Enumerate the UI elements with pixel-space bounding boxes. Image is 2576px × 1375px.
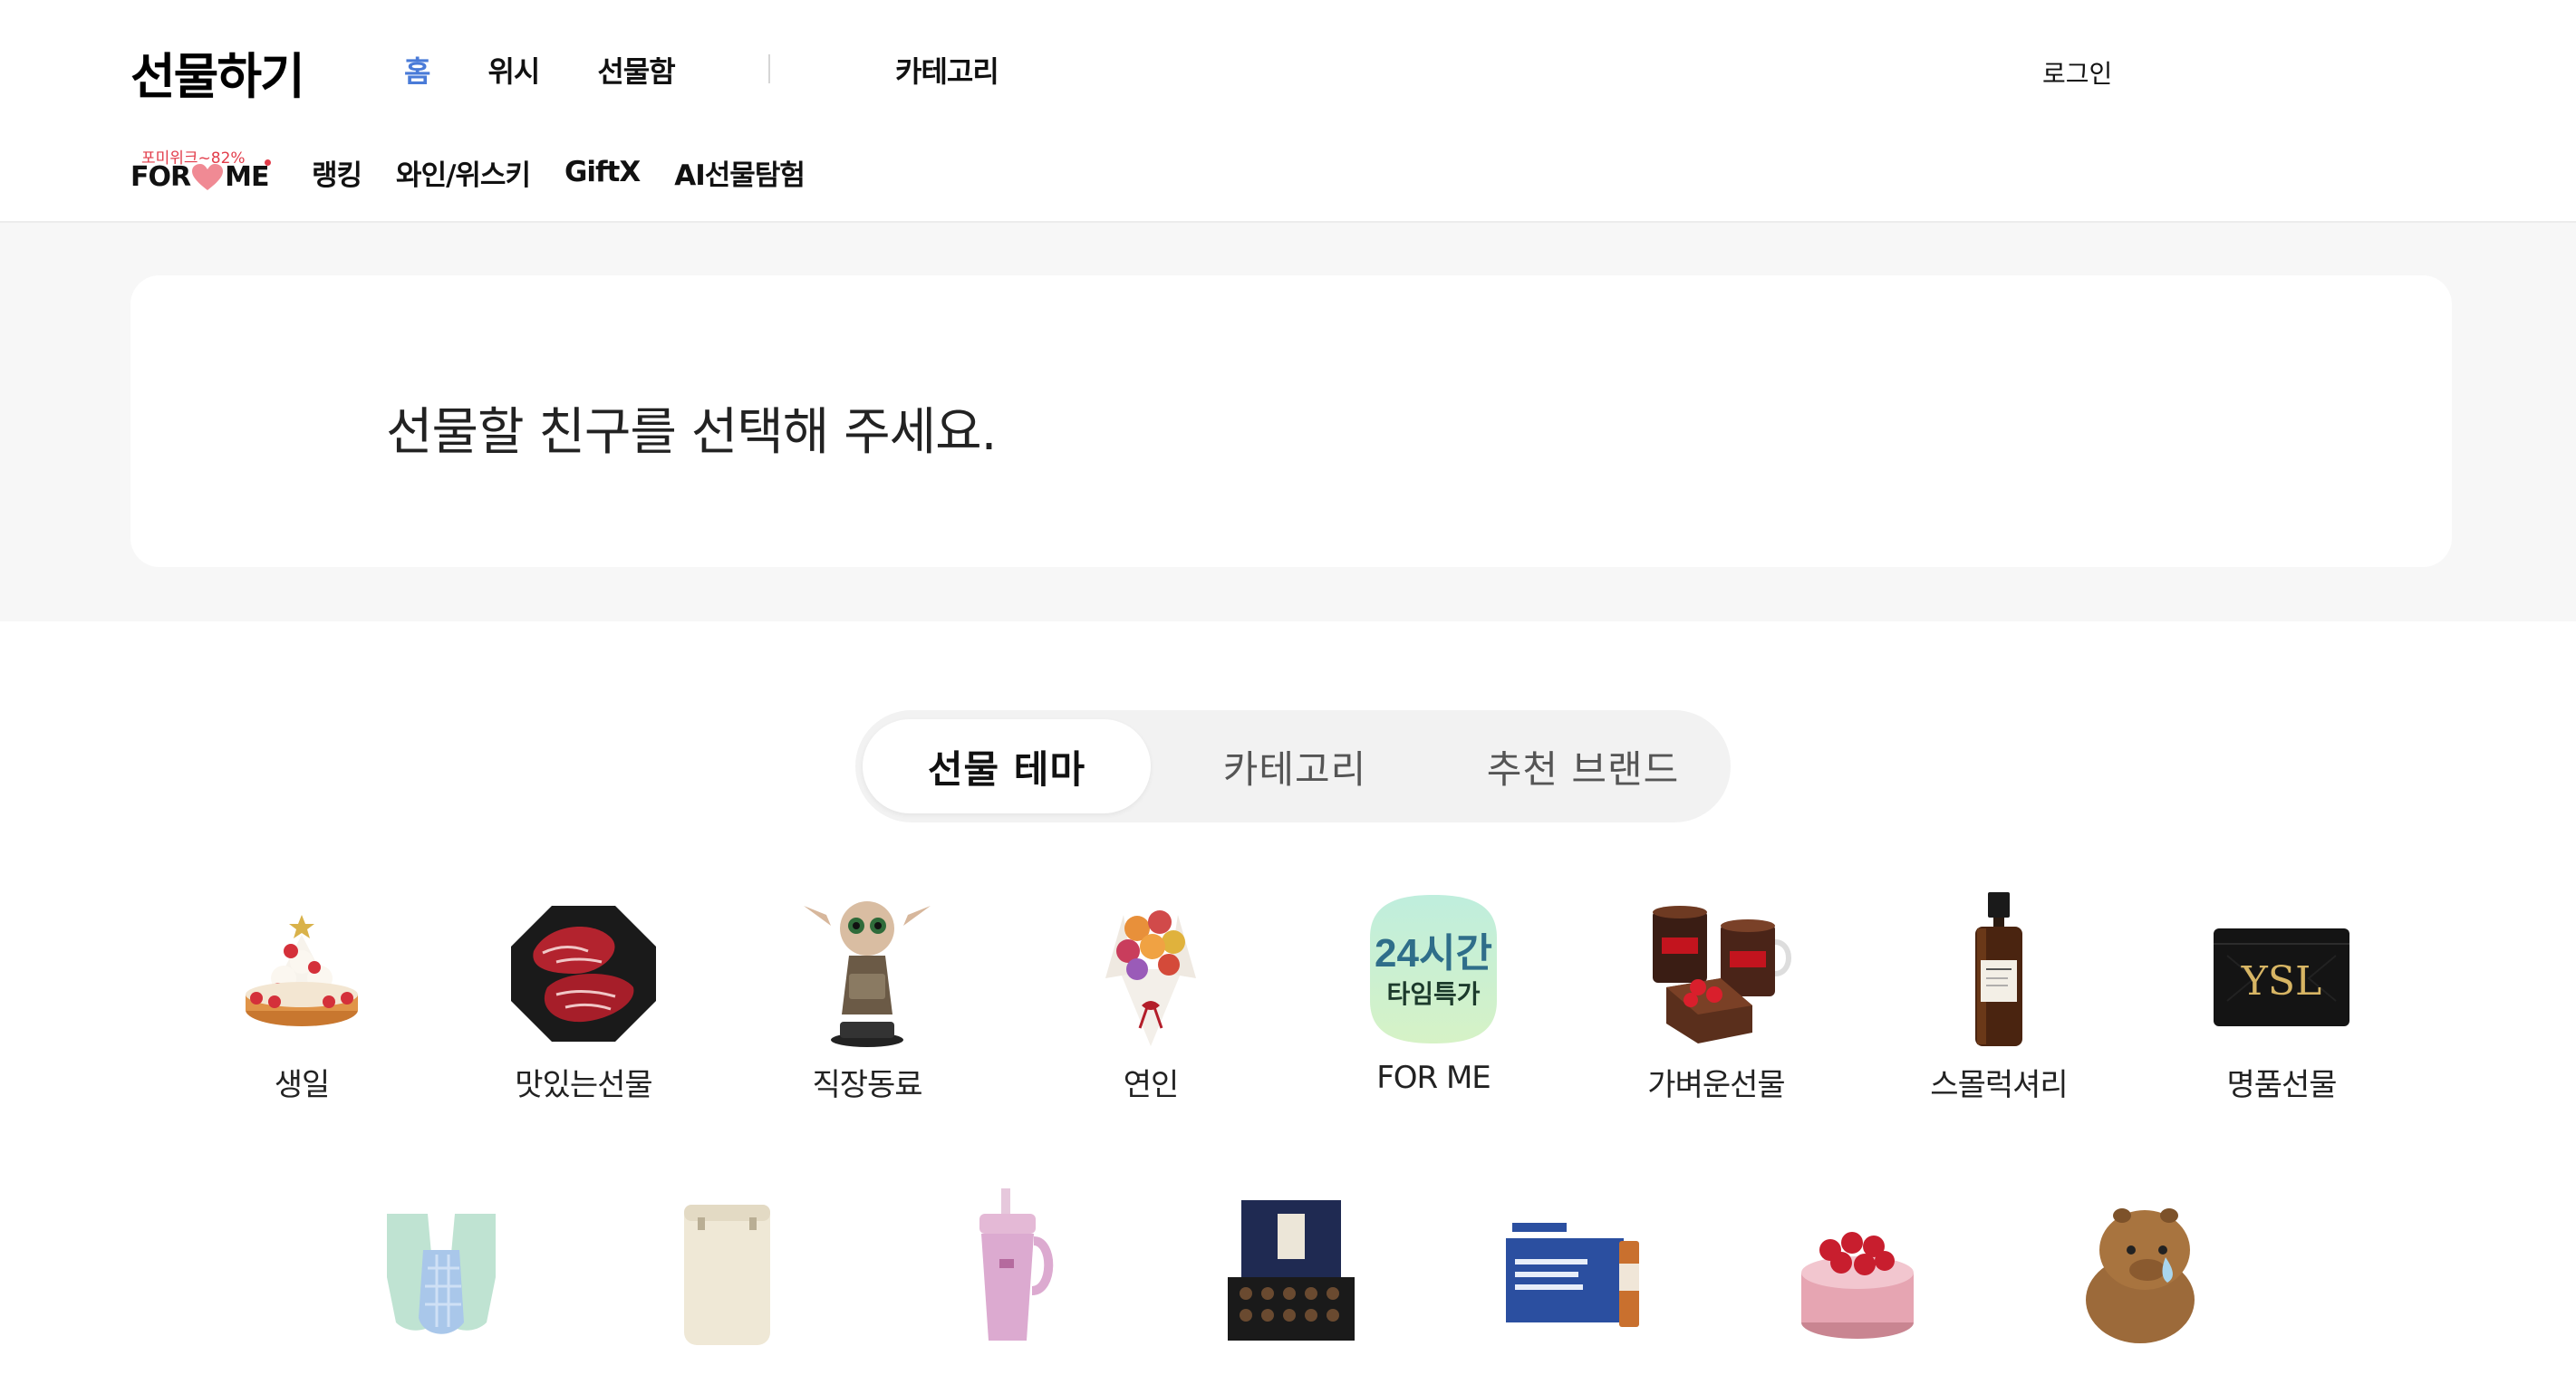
forme-right-text: ME [225, 161, 269, 193]
gift-tabs: 선물 테마 카테고리 추천 브랜드 [855, 710, 1731, 822]
nav-ranking[interactable]: 랭킹 [312, 152, 362, 193]
nav-category[interactable]: 카테고리 [895, 49, 999, 91]
theme-label: FOR ME [1376, 1060, 1491, 1096]
figure-icon [804, 901, 931, 1047]
forme-left-text: FOR [130, 161, 191, 193]
theme-label: 명품선물 [2226, 1067, 2337, 1103]
bouquet-icon [1105, 910, 1196, 1046]
air-purifier-icon [684, 1205, 770, 1345]
login-link[interactable]: 로그인 [2042, 54, 2112, 91]
theme-small-luxury[interactable]: 스몰럭셔리 [1899, 888, 2098, 1104]
svg-text:YSL: YSL [2241, 958, 2321, 1005]
theme-label: 직장동료 [812, 1067, 922, 1103]
nav-ai-gift[interactable]: AI선물탐험 [674, 152, 806, 193]
tab-category[interactable]: 카테고리 [1151, 719, 1439, 813]
perfume-icon [1975, 892, 2022, 1046]
tumbler-icon [979, 1188, 1054, 1341]
friend-select-card[interactable]: 선물할 친구를 선택해 주세요. [130, 275, 2452, 567]
cake-icon [246, 915, 358, 1026]
nav-giftbox[interactable]: 선물함 [597, 49, 675, 91]
friend-select-prompt: 선물할 친구를 선택해 주세요. [386, 403, 997, 462]
theme-light-gift[interactable]: 가벼운선물 [1616, 888, 1816, 1104]
nav-wish[interactable]: 위시 [487, 49, 540, 91]
theme-tasty-gift[interactable]: 맛있는선물 [484, 888, 683, 1104]
theme-luxury[interactable]: YSL 명품선물 [2182, 888, 2381, 1104]
timesale-badge-bottom: 타임특가 [1386, 979, 1481, 1009]
nav-divider [768, 54, 770, 83]
timesale-badge-top: 24시간 [1375, 931, 1492, 976]
theme-label: 스몰럭셔리 [1930, 1067, 2068, 1103]
theme-item-capybara[interactable] [2041, 1187, 2240, 1350]
theme-item-supplement[interactable] [1474, 1187, 1674, 1350]
theme-birthday[interactable]: 생일 [202, 888, 401, 1104]
heart-icon [192, 163, 224, 190]
forme-link[interactable]: 포미위크~82% FOR ME [130, 145, 275, 199]
theme-item-socks[interactable] [342, 1187, 541, 1350]
coffee-cake-icon [1653, 906, 1791, 1043]
supplement-icon [1506, 1218, 1639, 1327]
gift-logo[interactable]: 선물하기 [130, 36, 305, 108]
theme-item-chocolate[interactable] [1192, 1187, 1391, 1350]
capybara-plush-icon [2086, 1208, 2195, 1343]
theme-label: 연인 [1123, 1067, 1180, 1103]
top-header: 선물하기 홈 위시 선물함 카테고리 로그인 포미위크~82% FOR ME 랭… [0, 0, 2576, 223]
card-wallet-icon: YSL [2214, 928, 2349, 1026]
theme-item-strawberry-cake[interactable] [1758, 1187, 1957, 1350]
chocolate-box-icon [1228, 1200, 1355, 1341]
theme-label: 맛있는선물 [515, 1067, 652, 1103]
theme-label: 가벼운선물 [1647, 1067, 1785, 1103]
forme-logo: FOR ME [130, 161, 269, 193]
beef-icon [511, 906, 656, 1042]
theme-label: 생일 [274, 1067, 331, 1103]
theme-item-purifier[interactable] [625, 1187, 825, 1350]
theme-item-tumbler[interactable] [909, 1187, 1108, 1350]
theme-lover[interactable]: 연인 [1051, 888, 1250, 1104]
timesale-icon: 24시간 타임특가 [1352, 888, 1515, 1051]
new-dot-icon [265, 159, 271, 166]
nav-home[interactable]: 홈 [404, 49, 430, 91]
main-nav: 홈 위시 선물함 [404, 49, 733, 91]
sub-nav: 포미위크~82% FOR ME 랭킹 와인/위스키 GiftX AI선물탐험 [130, 145, 839, 199]
theme-coworker[interactable]: 직장동료 [767, 888, 967, 1104]
nav-giftx[interactable]: GiftX [564, 156, 641, 188]
socks-icon [387, 1214, 496, 1334]
nav-wine-whisky[interactable]: 와인/위스키 [396, 152, 531, 193]
tab-brand[interactable]: 추천 브랜드 [1439, 719, 1727, 813]
theme-forme[interactable]: 24시간 타임특가 FOR ME [1334, 888, 1533, 1096]
tab-gift-theme[interactable]: 선물 테마 [863, 719, 1151, 813]
strawberry-cake-icon [1801, 1232, 1914, 1339]
